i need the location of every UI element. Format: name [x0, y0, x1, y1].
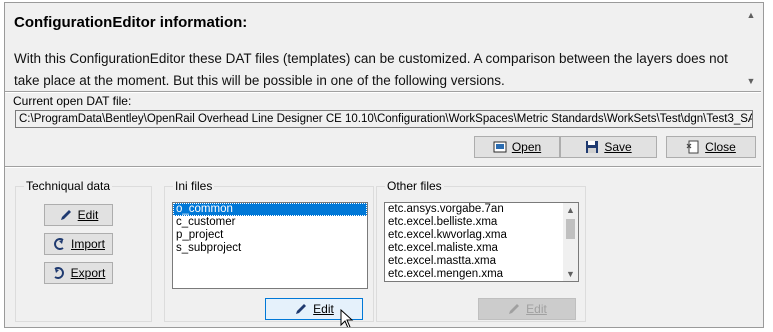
- list-item[interactable]: etc.excel.kwvorlag.xma: [385, 229, 578, 242]
- export-button[interactable]: Export: [44, 262, 113, 284]
- open-label: Open: [511, 140, 542, 154]
- list-item[interactable]: p_project: [173, 229, 367, 242]
- other-files-list[interactable]: etc.ansys.vorgabe.7an etc.excel.belliste…: [384, 202, 579, 282]
- list-item[interactable]: etc.excel.mengen.xma: [385, 268, 578, 281]
- list-item[interactable]: o_common: [173, 203, 367, 216]
- export-arrow-icon: [52, 266, 66, 280]
- ini-files-title: Ini files: [173, 179, 215, 193]
- import-label: Import: [70, 237, 105, 251]
- save-button[interactable]: Save: [560, 136, 657, 158]
- other-files-scrollbar[interactable]: ▲ ▼: [563, 203, 578, 281]
- ini-edit-label: Edit: [313, 302, 334, 316]
- scroll-down-icon[interactable]: ▼: [563, 267, 578, 281]
- import-arrow-icon: [52, 237, 66, 251]
- other-edit-button[interactable]: Edit: [478, 298, 576, 320]
- technical-edit-label: Edit: [77, 208, 99, 222]
- pencil-icon: [59, 208, 73, 222]
- close-label: Close: [705, 140, 736, 154]
- export-label: Export: [70, 266, 106, 280]
- ini-files-group: Ini files o_common c_customer p_project …: [164, 179, 374, 322]
- scroll-thumb[interactable]: [566, 219, 575, 239]
- ini-files-list[interactable]: o_common c_customer p_project s_subproje…: [172, 202, 368, 289]
- mouse-cursor-icon: [340, 309, 354, 327]
- scroll-up-icon[interactable]: ▲: [744, 8, 758, 22]
- pencil-icon: [294, 302, 308, 316]
- technical-edit-button[interactable]: Edit: [44, 204, 113, 226]
- info-panel: ConfigurationEditor information: With th…: [6, 4, 762, 90]
- info-divider: [5, 91, 761, 93]
- other-files-group: Other files etc.ansys.vorgabe.7an etc.ex…: [376, 179, 586, 322]
- current-file-path[interactable]: C:\ProgramData\Bentley\OpenRail Overhead…: [15, 110, 753, 128]
- info-scrollbar[interactable]: ▲ ▼: [744, 8, 758, 88]
- save-label: Save: [604, 140, 632, 154]
- other-edit-label: Edit: [526, 302, 547, 316]
- configuration-editor-window: ConfigurationEditor information: With th…: [4, 2, 764, 328]
- current-file-label: Current open DAT file:: [13, 94, 132, 108]
- technical-data-title: Techniqual data: [24, 179, 113, 193]
- other-files-title: Other files: [385, 179, 444, 193]
- list-item[interactable]: etc.excel.mastta.xma: [385, 255, 578, 268]
- toolbar-divider: [5, 166, 761, 168]
- info-title: ConfigurationEditor information:: [14, 14, 248, 31]
- list-item[interactable]: etc.excel.maliste.xma: [385, 242, 578, 255]
- list-item[interactable]: c_customer: [173, 216, 367, 229]
- list-item[interactable]: etc.excel.belliste.xma: [385, 216, 578, 229]
- scroll-down-icon[interactable]: ▼: [744, 74, 758, 88]
- import-button[interactable]: Import: [44, 233, 113, 255]
- scroll-up-icon[interactable]: ▲: [563, 203, 578, 217]
- open-button[interactable]: Open: [474, 136, 560, 158]
- list-item[interactable]: etc.ansys.vorgabe.7an: [385, 203, 578, 216]
- close-document-icon: [686, 140, 700, 154]
- folder-open-icon: [493, 140, 507, 154]
- list-item[interactable]: s_subproject: [173, 242, 367, 255]
- floppy-disk-icon: [585, 140, 599, 154]
- pencil-icon: [507, 302, 521, 316]
- info-text: With this ConfigurationEditor these DAT …: [14, 51, 728, 88]
- technical-data-group: Techniqual data Edit Import Export: [15, 179, 152, 322]
- close-button[interactable]: Close: [666, 136, 756, 158]
